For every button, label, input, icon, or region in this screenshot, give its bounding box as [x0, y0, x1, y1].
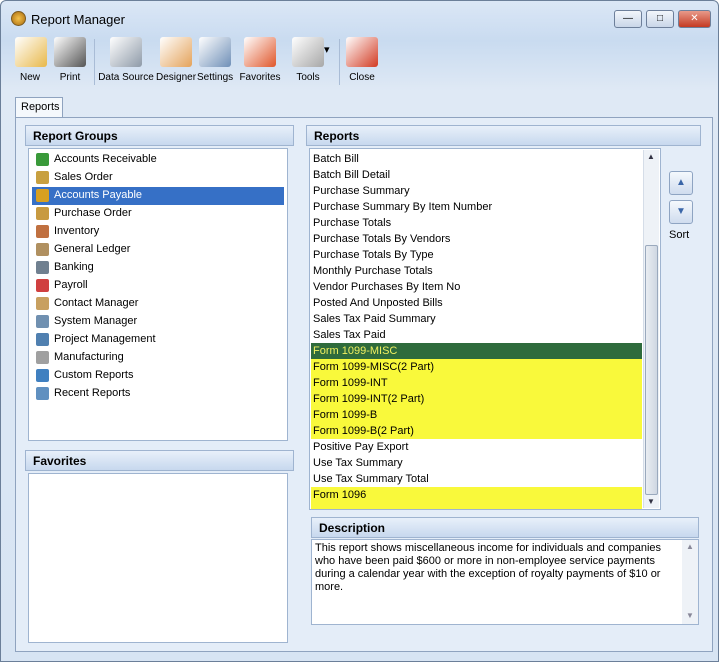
scroll-up-icon[interactable]: ▲ — [647, 152, 655, 161]
toolbar-close-button[interactable]: Close — [345, 37, 379, 89]
report-item[interactable]: Vendor Purchases By Item No — [311, 279, 642, 295]
report-group-icon — [36, 153, 49, 166]
tools-icon — [292, 37, 324, 67]
close-report-icon — [346, 37, 378, 67]
toolbar-print-button[interactable]: Print — [52, 37, 88, 89]
reports-header: Reports — [306, 125, 701, 146]
tools-dropdown-arrow-icon[interactable]: ▾ — [324, 43, 330, 56]
report-group-icon — [36, 315, 49, 328]
report-groups-header: Report Groups — [25, 125, 294, 146]
report-item[interactable]: Batch Bill — [311, 151, 642, 167]
report-item[interactable]: Posted And Unposted Bills — [311, 295, 642, 311]
toolbar-new-button[interactable]: New — [15, 37, 47, 89]
report-group-icon — [36, 189, 49, 202]
toolbar-favorites-button[interactable]: Favorites — [238, 37, 282, 89]
report-group-item[interactable]: Inventory — [32, 223, 284, 241]
report-group-item[interactable]: Project Management — [32, 331, 284, 349]
report-item[interactable]: Positive Pay Export — [311, 439, 642, 455]
report-group-item[interactable]: Accounts Receivable — [32, 151, 284, 169]
report-item[interactable]: Sales Tax Paid Summary — [311, 311, 642, 327]
report-item[interactable]: Purchase Summary — [311, 183, 642, 199]
toolbar-settings-button[interactable]: Settings — [197, 37, 233, 89]
database-icon — [110, 37, 142, 67]
report-group-icon — [36, 369, 49, 382]
report-item[interactable]: Batch Bill Detail — [311, 167, 642, 183]
report-group-icon — [36, 351, 49, 364]
toolbar-separator — [94, 39, 95, 85]
toolbar-designer-button[interactable]: Designer — [156, 37, 196, 89]
app-icon — [11, 11, 26, 26]
report-manager-window: Report Manager — □ ✕ New Print Data Source… — [0, 0, 719, 662]
report-item[interactable]: Form 1099-MISC(2 Part) — [311, 359, 642, 375]
sort-down-button[interactable]: ▼ — [669, 200, 693, 224]
favorites-icon — [244, 37, 276, 67]
sort-up-button[interactable]: ▲ — [669, 171, 693, 195]
report-groups-list: Accounts Receivable Sales Order Accounts P… — [28, 148, 288, 441]
report-group-icon — [36, 225, 49, 238]
report-group-item[interactable]: Manufacturing — [32, 349, 284, 367]
description-text: This report shows miscellaneous income f… — [315, 542, 662, 593]
description-scrollbar[interactable]: ▲ ▼ — [682, 540, 698, 624]
report-item[interactable]: Form 1099-B(2 Part) — [311, 423, 642, 439]
scroll-down-icon[interactable]: ▼ — [647, 497, 655, 506]
report-group-icon — [36, 333, 49, 346]
description-header: Description — [311, 517, 699, 538]
report-item[interactable]: Purchase Totals By Type — [311, 247, 642, 263]
reports-list: ▲ ▼ Batch Bill Batch Bill Detail Purchase … — [309, 148, 661, 510]
report-group-item[interactable]: Purchase Order — [32, 205, 284, 223]
report-item[interactable]: Purchase Totals — [311, 215, 642, 231]
maximize-button[interactable]: □ — [646, 10, 674, 28]
report-group-item[interactable]: Custom Reports — [32, 367, 284, 385]
toolbar-separator — [339, 39, 340, 85]
printer-icon — [54, 37, 86, 67]
report-item[interactable]: Use Tax Summary Total — [311, 471, 642, 487]
report-item[interactable]: Form 1099-B — [311, 407, 642, 423]
close-window-button[interactable]: ✕ — [678, 10, 711, 28]
report-group-item[interactable]: Contact Manager — [32, 295, 284, 313]
report-item[interactable]: Form 1099-INT(2 Part) — [311, 391, 642, 407]
report-group-item[interactable]: Payroll — [32, 277, 284, 295]
report-group-item[interactable]: Banking — [32, 259, 284, 277]
report-item[interactable]: Purchase Totals By Vendors — [311, 231, 642, 247]
report-item[interactable]: Form 1099-MISC — [311, 343, 642, 359]
report-group-icon — [36, 387, 49, 400]
minimize-button[interactable]: — — [614, 10, 642, 28]
report-group-icon — [36, 279, 49, 292]
description-box: This report shows miscellaneous income f… — [311, 539, 699, 625]
report-item[interactable]: Purchase Summary By Item Number — [311, 199, 642, 215]
report-item[interactable]: Form 1096 — [311, 487, 642, 509]
sort-label: Sort — [669, 229, 690, 241]
window-title: Report Manager — [31, 12, 125, 27]
report-group-icon — [36, 243, 49, 256]
report-group-item[interactable]: Accounts Payable — [32, 187, 284, 205]
report-item[interactable]: Use Tax Summary — [311, 455, 642, 471]
toolbar-data-source-button[interactable]: Data Source — [98, 37, 154, 89]
new-report-icon — [15, 37, 47, 67]
scrollbar-thumb[interactable] — [645, 245, 658, 495]
report-group-icon — [36, 207, 49, 220]
report-group-item[interactable]: System Manager — [32, 313, 284, 331]
report-item[interactable]: Form 1099-INT — [311, 375, 642, 391]
tab-reports[interactable]: Reports — [15, 97, 63, 118]
report-group-icon — [36, 261, 49, 274]
report-item[interactable]: Sales Tax Paid — [311, 327, 642, 343]
report-item[interactable]: Monthly Purchase Totals — [311, 263, 642, 279]
settings-icon — [199, 37, 231, 67]
report-group-item[interactable]: Sales Order — [32, 169, 284, 187]
favorites-header: Favorites — [25, 450, 294, 471]
favorites-list — [28, 473, 288, 643]
report-group-item[interactable]: General Ledger — [32, 241, 284, 259]
report-group-item[interactable]: Recent Reports — [32, 385, 284, 403]
reports-scrollbar[interactable]: ▲ ▼ — [643, 150, 659, 508]
report-group-icon — [36, 297, 49, 310]
report-group-icon — [36, 171, 49, 184]
designer-icon — [160, 37, 192, 67]
